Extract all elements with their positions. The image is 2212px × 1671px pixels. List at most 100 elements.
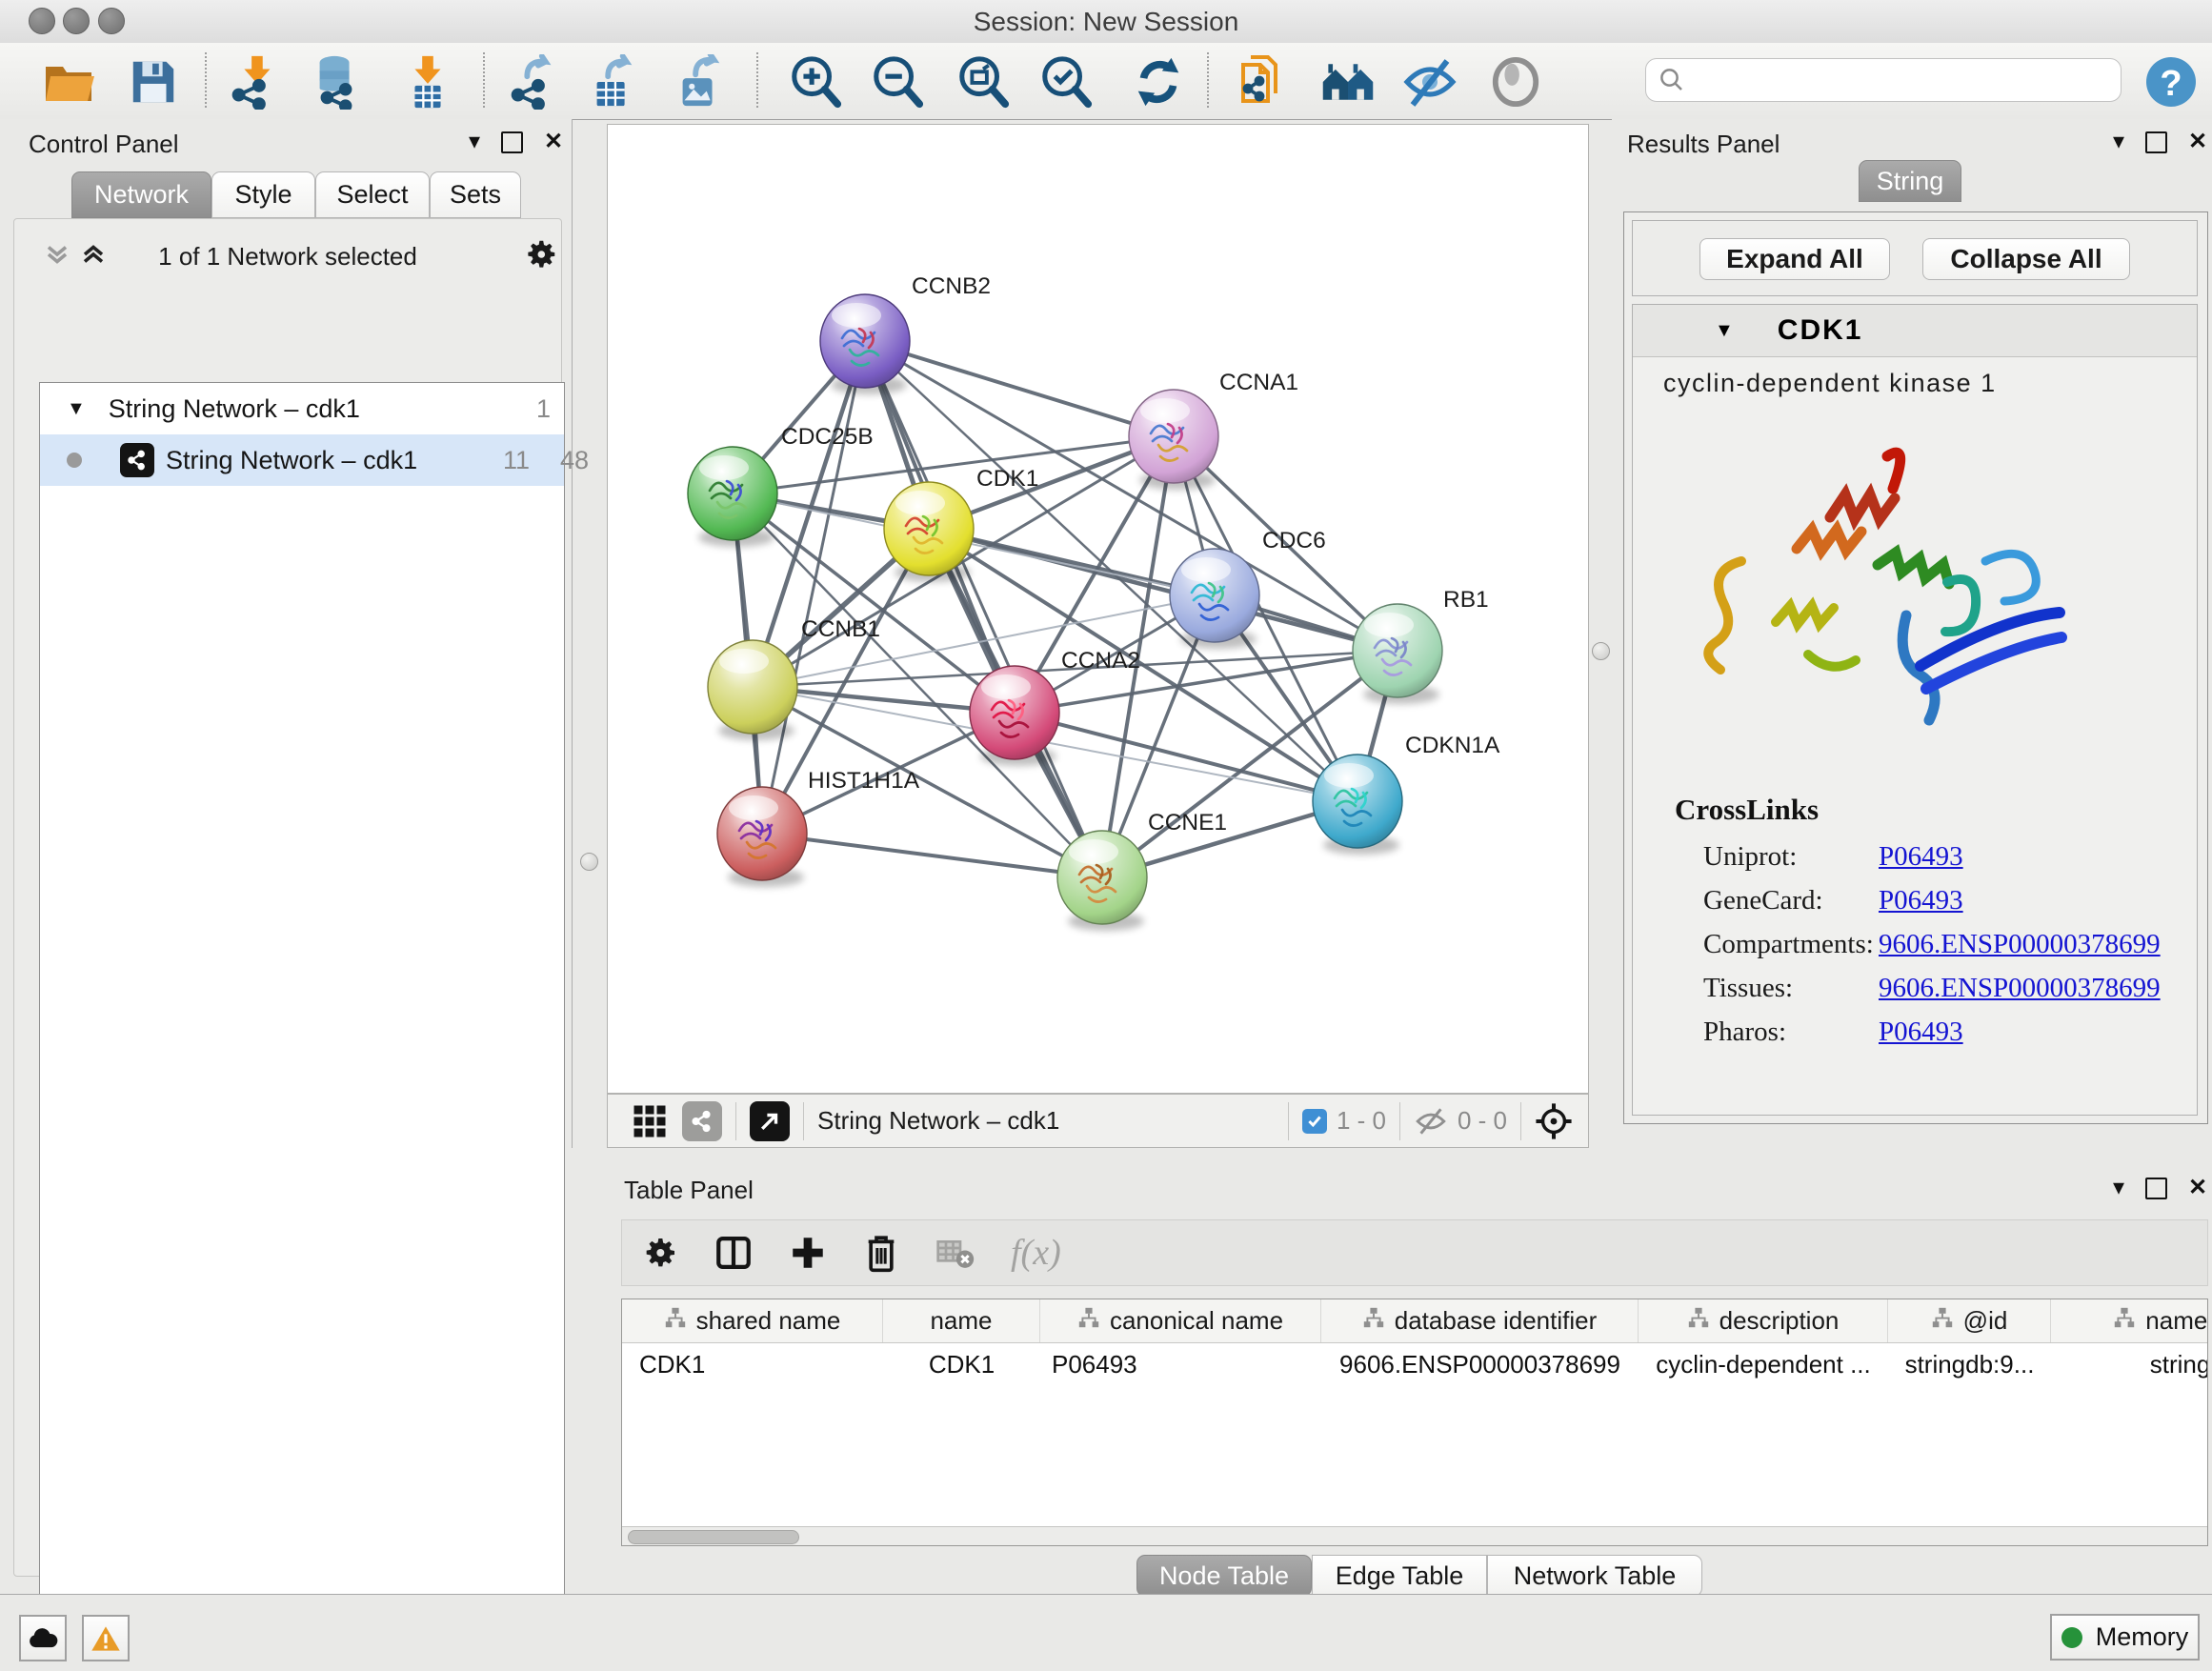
- tab-string-results[interactable]: String: [1859, 160, 1961, 202]
- tab-sets[interactable]: Sets: [430, 171, 521, 218]
- network-edge-CCNB2-CCNE1[interactable]: [865, 341, 1102, 877]
- crosslink-value-link[interactable]: P06493: [1879, 841, 1963, 873]
- network-edge-CDC25B-CDC6[interactable]: [733, 493, 1215, 595]
- hide-glass-button[interactable]: [1400, 52, 1459, 111]
- panel-menu-arrow-icon[interactable]: ▾: [2113, 1177, 2124, 1199]
- column-header-namespace[interactable]: namespace: [2051, 1299, 2208, 1342]
- export-network-button[interactable]: [507, 52, 566, 111]
- memory-button[interactable]: Memory: [2050, 1614, 2200, 1661]
- right-splitter-handle[interactable]: [1592, 642, 1610, 660]
- column-header-database-identifier[interactable]: database identifier: [1321, 1299, 1639, 1342]
- node-label-CDK1: CDK1: [976, 466, 1038, 492]
- tab-style[interactable]: Style: [211, 171, 315, 218]
- left-splitter-handle[interactable]: [580, 853, 598, 871]
- network-node-HIST1H1A[interactable]: [717, 787, 807, 887]
- panel-close-icon[interactable]: ✕: [2188, 1177, 2207, 1199]
- network-row-selected[interactable]: String Network – cdk1 11 48: [40, 434, 564, 486]
- delete-table-icon[interactable]: [935, 1234, 976, 1272]
- delete-column-icon[interactable]: [862, 1232, 900, 1274]
- network-node-CCNB1[interactable]: [708, 640, 797, 740]
- tab-network[interactable]: Network: [71, 171, 211, 218]
- show-columns-icon[interactable]: [714, 1233, 754, 1273]
- network-canvas[interactable]: CCNB2CCNA1CDC25BCDK1CDC6RB1CCNB1CCNA2CDK…: [607, 124, 1589, 1094]
- panel-menu-arrow-icon[interactable]: ▾: [2113, 131, 2124, 153]
- table-row[interactable]: CDK1CDK1P064939606.ENSP00000378699cyclin…: [622, 1343, 2207, 1385]
- network-collection-row[interactable]: ▼ String Network – cdk1 1: [40, 383, 564, 434]
- panel-float-icon[interactable]: [2145, 131, 2167, 153]
- zoom-in-button[interactable]: [786, 52, 845, 111]
- network-edge-CCNB2-CCNA1[interactable]: [865, 341, 1174, 436]
- network-node-CDC25B[interactable]: [688, 447, 777, 547]
- function-builder-icon[interactable]: f(x): [1011, 1232, 1061, 1274]
- save-session-button[interactable]: [124, 52, 183, 111]
- zoom-out-button[interactable]: [868, 52, 927, 111]
- zoom-selected-button[interactable]: [1036, 52, 1096, 111]
- search-input[interactable]: [1645, 58, 2122, 102]
- network-node-CDK1[interactable]: [884, 482, 974, 582]
- network-edge-CDK1-RB1[interactable]: [929, 529, 1398, 651]
- crosslink-value-link[interactable]: P06493: [1879, 885, 1963, 916]
- tree-expander-icon[interactable]: ▼: [67, 398, 86, 420]
- network-node-CCNA2[interactable]: [970, 666, 1059, 766]
- column-header--id[interactable]: @id: [1888, 1299, 2051, 1342]
- cloud-status-button[interactable]: [19, 1615, 67, 1661]
- scrollbar-thumb[interactable]: [628, 1530, 799, 1544]
- network-node-CDKN1A[interactable]: [1313, 755, 1402, 855]
- help-button[interactable]: ?: [2142, 52, 2201, 111]
- refresh-view-button[interactable]: [1129, 52, 1188, 111]
- column-header-canonical-name[interactable]: canonical name: [1040, 1299, 1321, 1342]
- network-node-CCNE1[interactable]: [1057, 831, 1147, 931]
- network-edge-HIST1H1A-CCNE1[interactable]: [762, 834, 1102, 877]
- import-table-from-file-button[interactable]: [398, 52, 457, 111]
- column-header-description[interactable]: description: [1639, 1299, 1888, 1342]
- tab-select[interactable]: Select: [315, 171, 430, 218]
- crosslink-value-link[interactable]: 9606.ENSP00000378699: [1879, 973, 2161, 1004]
- export-image-button[interactable]: [670, 52, 729, 111]
- horizontal-splitter[interactable]: [572, 1148, 2212, 1170]
- add-column-icon[interactable]: [788, 1233, 828, 1273]
- tab-node-table[interactable]: Node Table: [1136, 1555, 1312, 1597]
- birds-eye-view-icon[interactable]: [633, 1104, 667, 1138]
- panel-float-icon[interactable]: [2145, 1178, 2167, 1199]
- toolbar-separator: [483, 52, 485, 108]
- table-options-gear-icon[interactable]: [641, 1234, 679, 1272]
- panel-close-icon[interactable]: ✕: [544, 131, 563, 153]
- zoom-fit-button[interactable]: [954, 52, 1013, 111]
- tab-edge-table[interactable]: Edge Table: [1312, 1555, 1487, 1597]
- entry-expander-icon[interactable]: ▼: [1715, 320, 1734, 342]
- crosslink-value-link[interactable]: P06493: [1879, 1017, 1963, 1048]
- network-edge-CCNB2-HIST1H1A[interactable]: [762, 341, 865, 834]
- network-node-count: 11: [503, 446, 530, 475]
- fit-selected-crosshair-icon[interactable]: [1535, 1102, 1573, 1140]
- collapse-all-button[interactable]: Collapse All: [1922, 238, 2130, 280]
- string-style-icon[interactable]: [682, 1101, 722, 1141]
- panel-float-icon[interactable]: [501, 131, 523, 153]
- network-options-gear-icon[interactable]: [523, 236, 559, 277]
- memory-status-dot-icon: [2061, 1627, 2082, 1648]
- panel-close-icon[interactable]: ✕: [2188, 131, 2207, 153]
- network-node-CDC6[interactable]: [1170, 549, 1259, 649]
- node-label-CCNB2: CCNB2: [912, 273, 991, 299]
- export-table-button[interactable]: [584, 52, 643, 111]
- open-in-window-icon[interactable]: [750, 1101, 790, 1141]
- network-from-document-button[interactable]: [1235, 52, 1294, 111]
- panel-menu-arrow-icon[interactable]: ▾: [469, 131, 480, 153]
- column-header-shared-name[interactable]: shared name: [622, 1299, 883, 1342]
- crosslink-value-link[interactable]: 9606.ENSP00000378699: [1879, 929, 2161, 960]
- column-header-name[interactable]: name: [883, 1299, 1040, 1342]
- expand-all-button[interactable]: Expand All: [1699, 238, 1890, 280]
- network-node-RB1[interactable]: [1353, 604, 1442, 704]
- inactive-eye-button[interactable]: [1486, 52, 1545, 111]
- horizontal-scrollbar[interactable]: [622, 1526, 2207, 1545]
- results-panel-title: Results Panel: [1627, 130, 1780, 159]
- import-network-from-file-button[interactable]: [226, 52, 285, 111]
- result-entry-header[interactable]: ▼ CDK1: [1633, 305, 2197, 357]
- warning-status-button[interactable]: [82, 1615, 130, 1661]
- tab-network-table[interactable]: Network Table: [1487, 1555, 1702, 1597]
- string-home-button[interactable]: [1318, 52, 1377, 111]
- hidden-eye-icon[interactable]: [1414, 1107, 1448, 1136]
- open-session-button[interactable]: [40, 52, 99, 111]
- selected-checkbox-icon[interactable]: [1302, 1109, 1327, 1134]
- import-network-from-database-button[interactable]: [307, 52, 366, 111]
- network-node-CCNA1[interactable]: [1129, 390, 1218, 490]
